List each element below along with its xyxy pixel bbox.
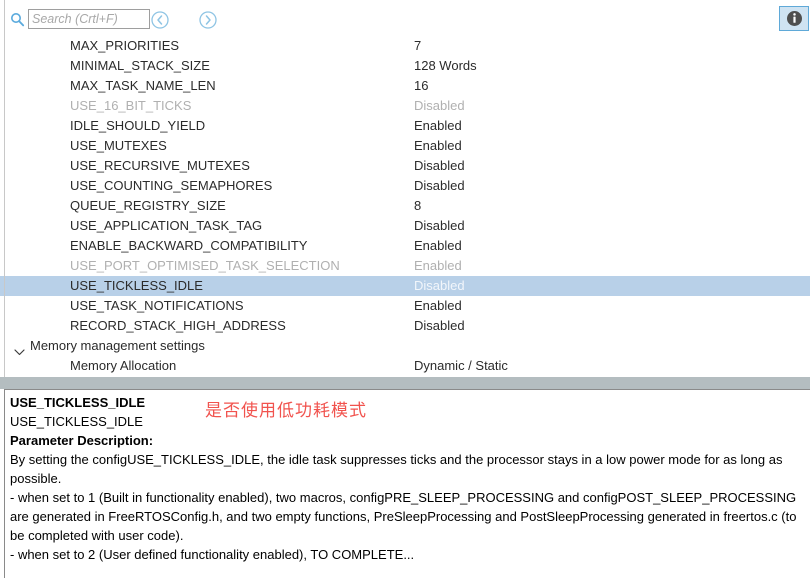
panel-splitter[interactable] [0,377,810,389]
tree-row[interactable]: MAX_PRIORITIES 7 [0,36,810,56]
description-top-divider [4,389,810,390]
description-left-divider [4,389,5,578]
tree-row[interactable]: USE_APPLICATION_TASK_TAG Disabled [0,216,810,236]
tree-row[interactable]: MINIMAL_STACK_SIZE 128 Words [0,56,810,76]
chevron-down-icon[interactable] [14,342,25,356]
tree-row[interactable]: USE_COUNTING_SEMAPHORES Disabled [0,176,810,196]
tree-row[interactable]: USE_TASK_NOTIFICATIONS Enabled [0,296,810,316]
tree-row[interactable]: RECORD_STACK_HIGH_ADDRESS Disabled [0,316,810,336]
tree-row-value[interactable]: Disabled [414,96,465,116]
tree-row-value[interactable]: 128 Words [414,56,477,76]
toolbar [0,0,810,36]
search-area [10,9,150,29]
description-content: USE_TICKLESS_IDLE USE_TICKLESS_IDLE Para… [10,393,808,564]
description-body-1: By setting the configUSE_TICKLESS_IDLE, … [10,452,783,486]
tree-row-value[interactable]: Disabled [414,216,465,236]
panel-splitter-handle[interactable] [4,379,806,387]
tree-row-name: ENABLE_BACKWARD_COMPATIBILITY [70,238,308,253]
tree-group-label: Memory management settings [30,338,205,353]
tree-row[interactable]: USE_RECURSIVE_MUTEXES Disabled [0,156,810,176]
tree-row-name: USE_PORT_OPTIMISED_TASK_SELECTION [70,258,340,273]
search-next-button[interactable] [198,10,218,30]
tree-row[interactable]: USE_TICKLESS_IDLE Disabled [0,276,810,296]
tree-left-divider [4,36,5,377]
tree-row-value[interactable]: 8 [414,196,421,216]
chevron-left-icon [151,11,169,29]
tree-row[interactable]: USE_PORT_OPTIMISED_TASK_SELECTION Enabled [0,256,810,276]
tree-row-value[interactable]: 7 [414,36,421,56]
search-input[interactable] [28,9,150,29]
tree-row-value[interactable]: Enabled [414,256,462,276]
description-title: USE_TICKLESS_IDLE [10,395,146,410]
tree-row-name: USE_MUTEXES [70,138,167,153]
tree-row-name: USE_TASK_NOTIFICATIONS [70,298,244,313]
tree-row-value[interactable]: Disabled [414,176,465,196]
tree-row[interactable]: USE_MUTEXES Enabled [0,136,810,156]
tree-row[interactable]: QUEUE_REGISTRY_SIZE 8 [0,196,810,216]
tree-group-header[interactable]: Memory management settings [0,336,810,356]
tree-row-list: MAX_PRIORITIES 7 MINIMAL_STACK_SIZE 128 Wor… [0,36,810,376]
tree-row[interactable]: USE_16_BIT_TICKS Disabled [0,96,810,116]
chevron-right-icon [199,11,217,29]
tree-row-name: MINIMAL_STACK_SIZE [70,58,210,73]
tree-row-name: USE_16_BIT_TICKS [70,98,192,113]
tree-row-value[interactable]: Disabled [414,156,465,176]
search-previous-button[interactable] [150,10,170,30]
tree-row-name: USE_RECURSIVE_MUTEXES [70,158,250,173]
tree-row-value[interactable]: Dynamic / Static [414,356,508,376]
tree-row-name: MAX_TASK_NAME_LEN [70,78,216,93]
description-body-2: - when set to 1 (Built in functionality … [10,490,797,543]
tree-row-name: Memory Allocation [70,358,177,373]
tree-row-name: USE_TICKLESS_IDLE [70,278,203,293]
tree-row-value[interactable]: 16 [414,76,428,96]
tree-row[interactable]: MAX_TASK_NAME_LEN 16 [0,76,810,96]
info-icon [786,11,802,26]
tree-row-name: RECORD_STACK_HIGH_ADDRESS [70,318,286,333]
tree-row-name: QUEUE_REGISTRY_SIZE [70,198,226,213]
tree-row-value[interactable]: Enabled [414,116,462,136]
toolbar-left-divider [4,0,5,36]
description-section-label: Parameter Description: [10,433,154,448]
tree-row-name: USE_APPLICATION_TASK_TAG [70,218,263,233]
search-icon [10,12,25,27]
tree-row-name: IDLE_SHOULD_YIELD [70,118,206,133]
tree-row-value[interactable]: Enabled [414,236,462,256]
description-panel: 是否使用低功耗模式 USE_TICKLESS_IDLE USE_TICKLESS… [0,389,810,578]
parameter-tree[interactable]: MAX_PRIORITIES 7 MINIMAL_STACK_SIZE 128 Wor… [0,36,810,377]
description-body-3: - when set to 2 (User defined functional… [10,547,415,562]
tree-row[interactable]: ENABLE_BACKWARD_COMPATIBILITY Enabled [0,236,810,256]
tree-row-name: MAX_PRIORITIES [70,38,180,53]
tree-row-value[interactable]: Disabled [414,276,465,296]
tree-row[interactable]: IDLE_SHOULD_YIELD Enabled [0,116,810,136]
tree-row-name: USE_COUNTING_SEMAPHORES [70,178,273,193]
tree-row[interactable]: Memory Allocation Dynamic / Static [0,356,810,376]
tree-row-value[interactable]: Disabled [414,316,465,336]
description-subtitle: USE_TICKLESS_IDLE [10,414,143,429]
tree-row-value[interactable]: Enabled [414,136,462,156]
tree-row-value[interactable]: Enabled [414,296,462,316]
info-button[interactable] [779,6,809,31]
